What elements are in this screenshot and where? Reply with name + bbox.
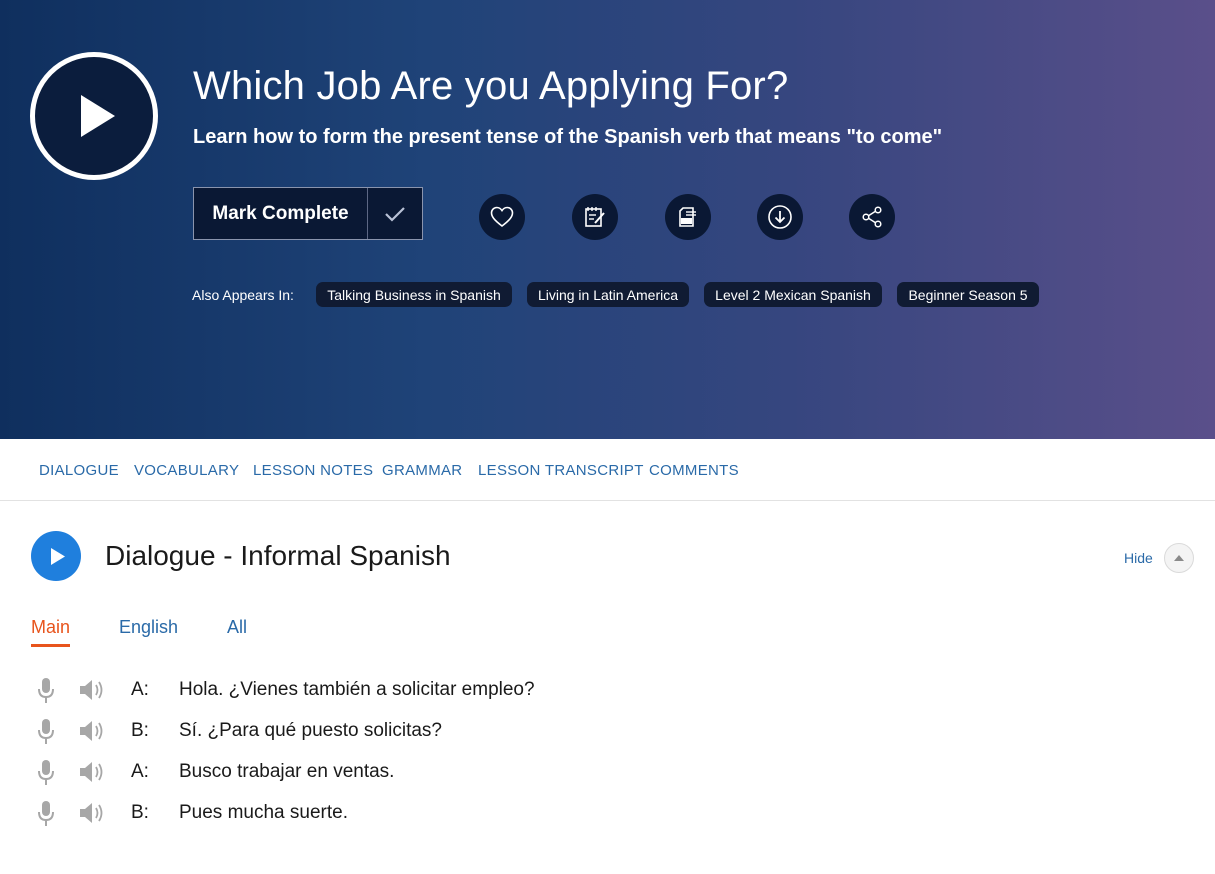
tab-lesson-notes[interactable]: LESSON NOTES	[253, 462, 373, 479]
tab-dialogue[interactable]: DIALOGUE	[39, 462, 119, 479]
mic-icon[interactable]	[36, 759, 56, 792]
dialogue-line: A: Busco trabajar en ventas.	[0, 757, 700, 787]
speaker-icon[interactable]	[78, 760, 106, 789]
dialogue-line: A: Hola. ¿Vienes también a solicitar emp…	[0, 675, 700, 705]
dialogue-line: B: Pues mucha suerte.	[0, 798, 700, 828]
line-speaker: A:	[131, 679, 149, 700]
lesson-title: Which Job Are you Applying For?	[193, 64, 789, 108]
dialogue-title: Dialogue - Informal Spanish	[105, 540, 451, 571]
heart-icon	[490, 206, 514, 228]
hide-link[interactable]: Hide	[1124, 550, 1153, 566]
collapse-button[interactable]	[1164, 543, 1194, 573]
download-button[interactable]	[757, 194, 803, 240]
line-text: Busco trabajar en ventas.	[179, 761, 395, 782]
line-text: Hola. ¿Vienes también a solicitar empleo…	[179, 679, 535, 700]
checkmark-icon	[367, 188, 422, 239]
tab-lesson-transcript[interactable]: LESSON TRANSCRIPT	[478, 462, 644, 479]
speaker-icon[interactable]	[78, 801, 106, 830]
mic-icon[interactable]	[36, 677, 56, 710]
chip-level-2-mexican[interactable]: Level 2 Mexican Spanish	[704, 282, 882, 307]
play-icon	[81, 95, 115, 137]
lesson-tabs: DIALOGUE VOCABULARY LESSON NOTES GRAMMAR…	[0, 439, 1215, 501]
pdf-icon	[679, 207, 696, 227]
mark-complete-label: Mark Complete	[212, 202, 349, 224]
speaker-icon[interactable]	[78, 719, 106, 748]
tab-vocabulary[interactable]: VOCABULARY	[134, 462, 239, 479]
download-icon	[768, 205, 792, 229]
subtab-english[interactable]: English	[119, 617, 178, 638]
tab-grammar[interactable]: GRAMMAR	[382, 462, 462, 479]
lesson-subtitle: Learn how to form the present tense of t…	[193, 126, 943, 148]
share-icon	[862, 206, 882, 228]
mark-complete-button[interactable]: Mark Complete	[193, 187, 423, 240]
line-text: Pues mucha suerte.	[179, 802, 348, 823]
chip-beginner-season-5[interactable]: Beginner Season 5	[897, 282, 1039, 307]
mic-icon[interactable]	[36, 800, 56, 833]
share-button[interactable]	[849, 194, 895, 240]
chip-living-latin-america[interactable]: Living in Latin America	[527, 282, 689, 307]
speaker-icon[interactable]	[78, 678, 106, 707]
line-text: Sí. ¿Para qué puesto solicitas?	[179, 720, 442, 741]
lesson-play-button[interactable]	[30, 52, 158, 180]
chip-talking-business[interactable]: Talking Business in Spanish	[316, 282, 512, 307]
notes-icon	[585, 207, 605, 227]
mic-icon[interactable]	[36, 718, 56, 751]
caret-up-icon	[1174, 555, 1184, 561]
line-speaker: B:	[131, 720, 149, 741]
line-speaker: B:	[131, 802, 149, 823]
lesson-hero: Which Job Are you Applying For? Learn ho…	[0, 0, 1215, 439]
subtab-main[interactable]: Main	[31, 617, 71, 647]
notes-button[interactable]	[572, 194, 618, 240]
line-speaker: A:	[131, 761, 149, 782]
dialogue-play-button[interactable]	[31, 531, 81, 581]
pdf-button[interactable]	[665, 194, 711, 240]
also-appears-label: Also Appears In:	[192, 287, 294, 303]
play-icon	[50, 547, 65, 565]
favorite-button[interactable]	[479, 194, 525, 240]
subtab-all[interactable]: All	[227, 617, 247, 638]
dialogue-line: B: Sí. ¿Para qué puesto solicitas?	[0, 716, 700, 746]
tab-comments[interactable]: COMMENTS	[649, 462, 739, 479]
